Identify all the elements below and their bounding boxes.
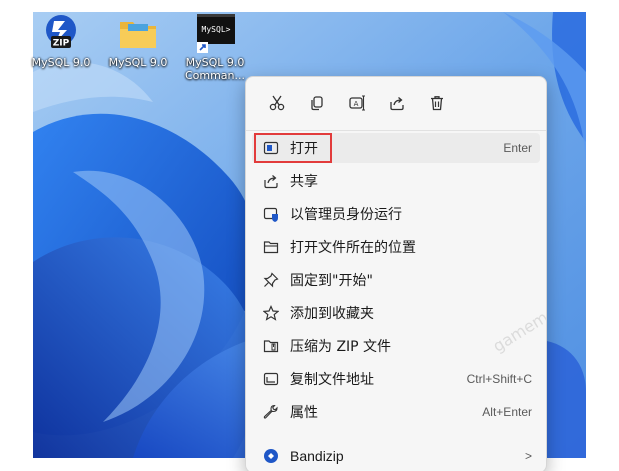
- delete-icon: [431, 96, 443, 111]
- run-as-admin-icon: [262, 205, 280, 223]
- rename-icon: A: [349, 95, 365, 111]
- menu-item-label: 属性: [290, 405, 318, 421]
- menu-item-label: Bandizip: [290, 448, 344, 464]
- share-button[interactable]: [378, 90, 416, 116]
- copy-icon: [311, 96, 323, 111]
- svg-text:A: A: [354, 100, 359, 108]
- menu-item-pin-to-start[interactable]: 固定到"开始": [252, 265, 540, 295]
- menu-item-label: 添加到收藏夹: [290, 306, 374, 322]
- menu-item-open-file-location[interactable]: 打开文件所在的位置: [252, 232, 540, 262]
- menu-item-share[interactable]: 共享: [252, 166, 540, 196]
- menu-item-label: 以管理员身份运行: [290, 207, 402, 223]
- zip-icon: [262, 337, 280, 355]
- submenu-arrow-icon: >: [524, 449, 532, 463]
- menu-item-label: 共享: [290, 174, 318, 190]
- menu-item-shortcut: Enter: [503, 141, 532, 155]
- menu-item-label: 打开文件所在的位置: [290, 240, 416, 256]
- menu-item-label: 压缩为 ZIP 文件: [290, 339, 392, 355]
- desktop-icon-mysql-command-line[interactable]: MySQL> MySQL 9.0 Comman...: [181, 12, 249, 82]
- menu-item-shortcut: Alt+Enter: [482, 405, 532, 419]
- screenshot: ZIP MySQL 9.0 MySQL 9.0 MySQL> MySQL 9.0: [0, 0, 619, 471]
- menu-item-shortcut: Ctrl+Shift+C: [466, 372, 532, 386]
- desktop-icon-label-line2: Comman...: [184, 69, 246, 82]
- desktop-icon-label: MySQL 9.0: [185, 56, 245, 69]
- menu-divider: [246, 130, 546, 131]
- folder-icon: [116, 12, 160, 56]
- terminal-screen-text: MySQL>: [202, 25, 231, 34]
- menu-item-copy-path[interactable]: 复制文件地址 Ctrl+Shift+C: [252, 364, 540, 394]
- annotation-highlight-box: [254, 133, 332, 163]
- winzip-archive-icon: ZIP: [39, 12, 83, 56]
- menu-item-label: 复制文件地址: [290, 372, 374, 388]
- desktop-icon-mysql-folder[interactable]: MySQL 9.0: [104, 12, 172, 69]
- rename-button[interactable]: A: [338, 90, 376, 116]
- cut-icon: [269, 95, 285, 111]
- copy-path-icon: [262, 370, 280, 388]
- folder-open-icon: [262, 238, 280, 256]
- share-icon: [390, 97, 404, 111]
- desktop-icon-label: MySQL 9.0: [108, 56, 168, 69]
- zip-badge: ZIP: [53, 39, 70, 49]
- menu-item-label: 固定到"开始": [290, 273, 373, 289]
- desktop-icon-label: MySQL 9.0: [31, 56, 91, 69]
- menu-item-bandizip[interactable]: Bandizip >: [252, 441, 540, 471]
- desktop-icon-mysql-zip[interactable]: ZIP MySQL 9.0: [27, 12, 95, 69]
- delete-button[interactable]: [418, 90, 456, 116]
- pin-icon: [262, 271, 280, 289]
- bandizip-icon: [262, 447, 280, 465]
- star-icon: [262, 304, 280, 322]
- menu-item-run-as-admin[interactable]: 以管理员身份运行: [252, 199, 540, 229]
- menu-item-add-to-favorites[interactable]: 添加到收藏夹: [252, 298, 540, 328]
- quick-action-bar: A: [258, 90, 458, 116]
- cut-button[interactable]: [258, 90, 296, 116]
- properties-icon: [262, 403, 280, 421]
- share-icon: [262, 172, 280, 190]
- copy-button[interactable]: [298, 90, 336, 116]
- mysql-command-line-shortcut-icon: MySQL>: [193, 12, 237, 56]
- menu-item-properties[interactable]: 属性 Alt+Enter: [252, 397, 540, 427]
- context-menu: A 打开 Enter 共享 以管理员身份运行 打开文件所在的位置 固定到"开始"…: [245, 76, 547, 471]
